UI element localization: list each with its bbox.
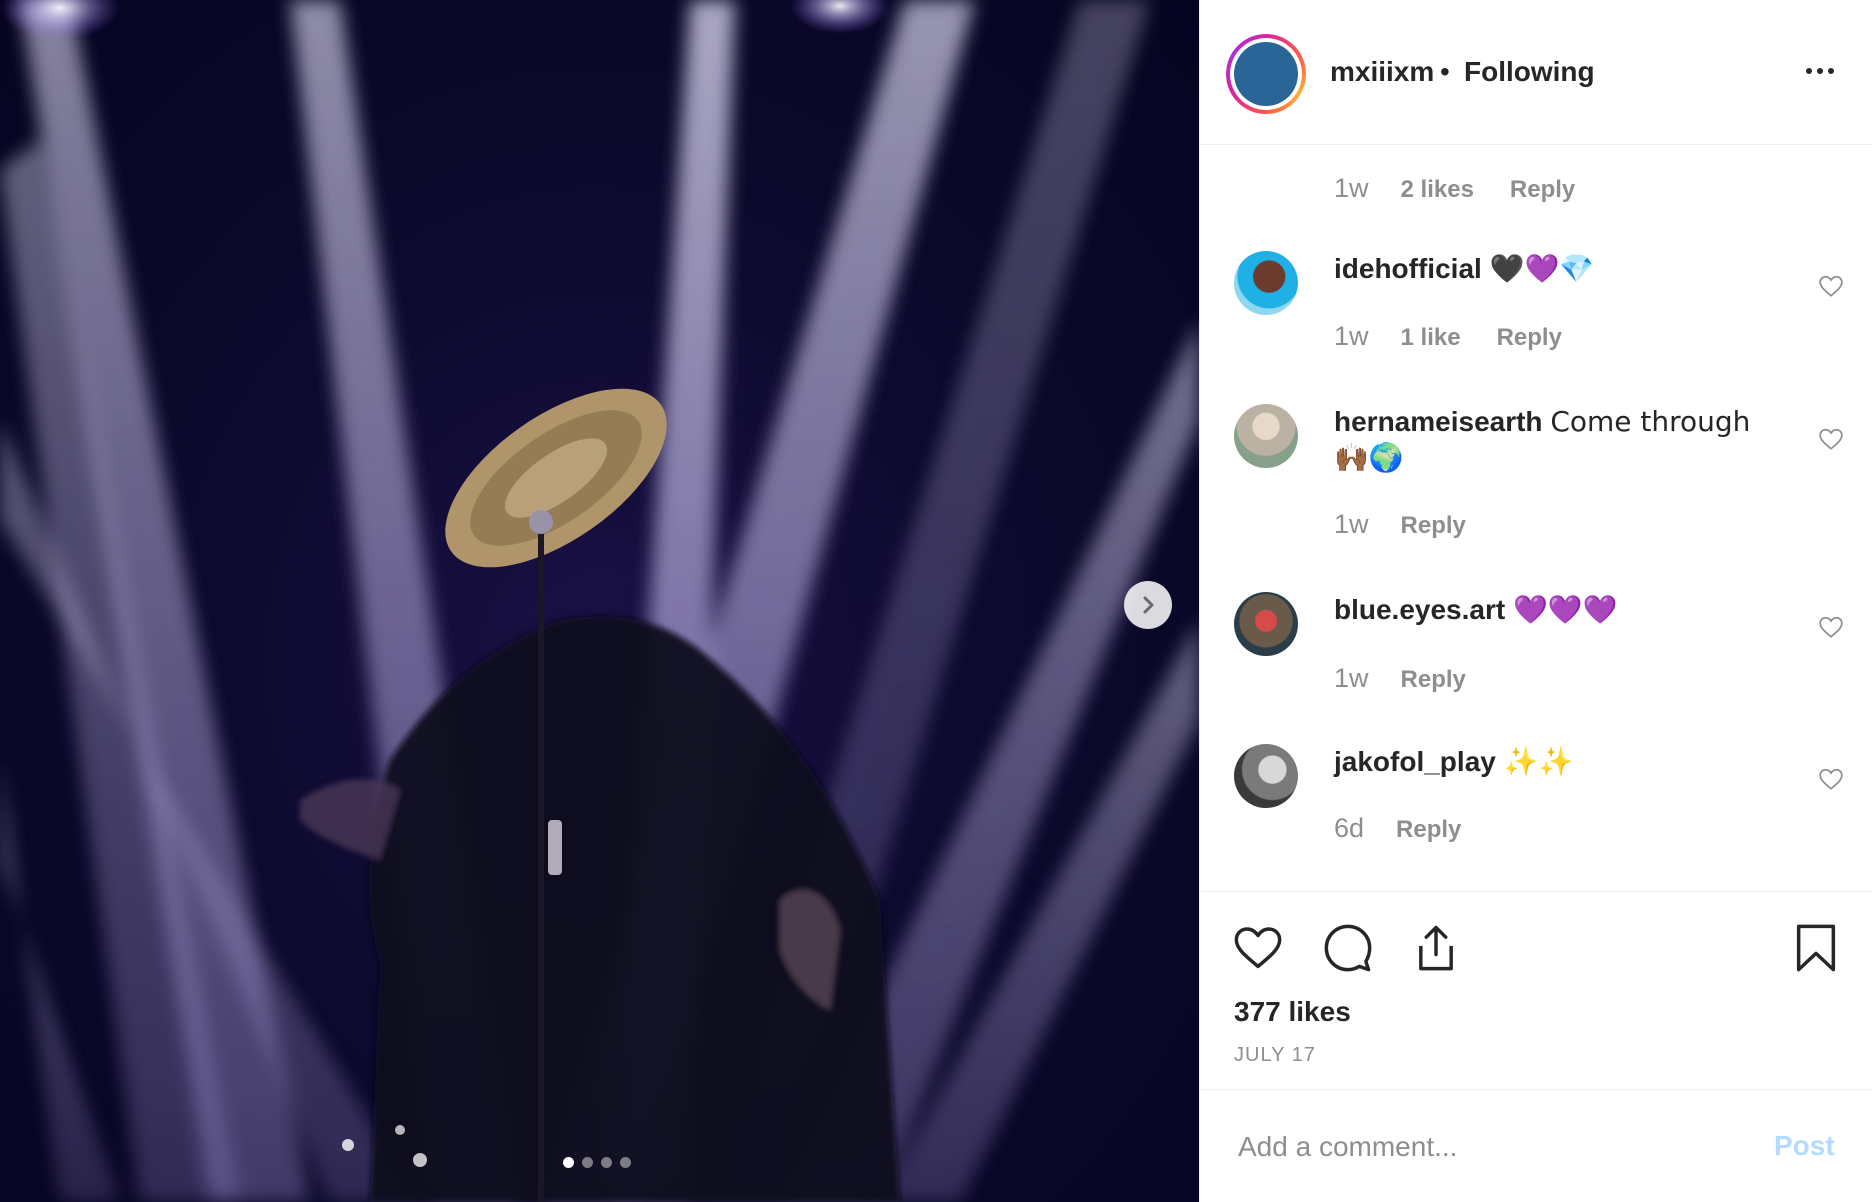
commenter-username[interactable]: hernameisearth bbox=[1334, 406, 1543, 437]
comment-time: 1w bbox=[1334, 509, 1369, 539]
comment-time: 1w bbox=[1334, 321, 1369, 351]
comment-time: 1w bbox=[1334, 173, 1369, 203]
like-heart-icon[interactable] bbox=[1232, 922, 1284, 974]
post-likes-count[interactable]: 377 likes bbox=[1234, 996, 1351, 1028]
comment-meta-row: 6d Reply bbox=[1334, 813, 1461, 844]
instagram-post-view: mxiiixm • Following 1w 2 likes Reply ide… bbox=[0, 0, 1872, 1202]
carousel-dot-4 bbox=[620, 1157, 631, 1168]
more-options-button[interactable] bbox=[1800, 56, 1840, 86]
post-photo[interactable] bbox=[0, 0, 1199, 1202]
post-actions: 377 likes JULY 17 bbox=[1200, 891, 1872, 1089]
more-dot-icon bbox=[1817, 68, 1823, 74]
more-dot-icon bbox=[1828, 68, 1834, 74]
comment-text: blue.eyes.art 💜💜💜 bbox=[1334, 592, 1794, 628]
bookmark-icon[interactable] bbox=[1790, 922, 1842, 974]
carousel-dot-3 bbox=[601, 1157, 612, 1168]
reply-button[interactable]: Reply bbox=[1401, 666, 1466, 694]
like-comment-heart-icon[interactable] bbox=[1818, 766, 1844, 792]
commenter-avatar[interactable] bbox=[1234, 744, 1298, 808]
following-button[interactable]: Following bbox=[1464, 56, 1595, 88]
add-comment-bar: Post bbox=[1200, 1089, 1872, 1202]
reply-button[interactable]: Reply bbox=[1510, 176, 1575, 204]
carousel-dot-2 bbox=[582, 1157, 593, 1168]
like-comment-heart-icon[interactable] bbox=[1818, 426, 1844, 452]
comment-text: jakofol_play ✨✨ bbox=[1334, 744, 1794, 780]
comment-text: hernameisearth Come through 🙌🏾🌍 bbox=[1334, 404, 1794, 476]
more-dot-icon bbox=[1806, 68, 1812, 74]
commenter-username[interactable]: jakofol_play bbox=[1334, 746, 1496, 777]
share-icon[interactable] bbox=[1410, 922, 1462, 974]
like-comment-heart-icon[interactable] bbox=[1818, 614, 1844, 640]
comment-body: 🖤💜💎 bbox=[1489, 252, 1595, 285]
commenter-avatar[interactable] bbox=[1234, 404, 1298, 468]
comment-body: ✨✨ bbox=[1503, 745, 1574, 778]
commenter-avatar[interactable] bbox=[1234, 592, 1298, 656]
carousel-dot-1 bbox=[563, 1157, 574, 1168]
reply-button[interactable]: Reply bbox=[1497, 324, 1562, 352]
next-slide-button[interactable] bbox=[1124, 581, 1172, 629]
comment-time: 6d bbox=[1334, 813, 1365, 843]
comment-meta-row: 1w 2 likes Reply bbox=[1334, 173, 1575, 204]
comment-meta-row: 1w Reply bbox=[1334, 663, 1466, 694]
reply-button[interactable]: Reply bbox=[1396, 816, 1461, 844]
carousel-indicator bbox=[563, 1157, 631, 1168]
comments-list[interactable]: 1w 2 likes Reply idehofficial 🖤💜💎 1w 1 l… bbox=[1200, 145, 1872, 891]
stage-photo-scene bbox=[0, 0, 1199, 1202]
like-comment-heart-icon[interactable] bbox=[1818, 273, 1844, 299]
comment-text: idehofficial 🖤💜💎 bbox=[1334, 251, 1794, 287]
comment-body: 💜💜💜 bbox=[1512, 593, 1618, 626]
comment-likes-link[interactable]: 2 likes bbox=[1401, 176, 1474, 204]
comment-bubble-icon[interactable] bbox=[1322, 922, 1374, 974]
chevron-right-icon bbox=[1143, 596, 1154, 614]
commenter-username[interactable]: blue.eyes.art bbox=[1334, 594, 1505, 625]
commenter-avatar[interactable] bbox=[1234, 251, 1298, 315]
post-comment-button[interactable]: Post bbox=[1774, 1130, 1835, 1162]
post-header: mxiiixm • Following bbox=[1200, 0, 1872, 145]
post-date: JULY 17 bbox=[1234, 1044, 1316, 1066]
comment-time: 1w bbox=[1334, 663, 1369, 693]
comment-meta-row: 1w 1 like Reply bbox=[1334, 321, 1562, 352]
reply-button[interactable]: Reply bbox=[1401, 512, 1466, 540]
post-author-username[interactable]: mxiiixm bbox=[1330, 56, 1434, 88]
comment-likes-link[interactable]: 1 like bbox=[1401, 324, 1461, 352]
post-side-panel: mxiiixm • Following 1w 2 likes Reply ide… bbox=[1199, 0, 1872, 1202]
add-comment-input[interactable] bbox=[1236, 1128, 1760, 1166]
avatar-image bbox=[1234, 42, 1298, 106]
comment-meta-row: 1w Reply bbox=[1334, 509, 1466, 540]
header-separator: • bbox=[1440, 56, 1450, 87]
commenter-username[interactable]: idehofficial bbox=[1334, 253, 1482, 284]
avatar[interactable] bbox=[1226, 34, 1306, 114]
